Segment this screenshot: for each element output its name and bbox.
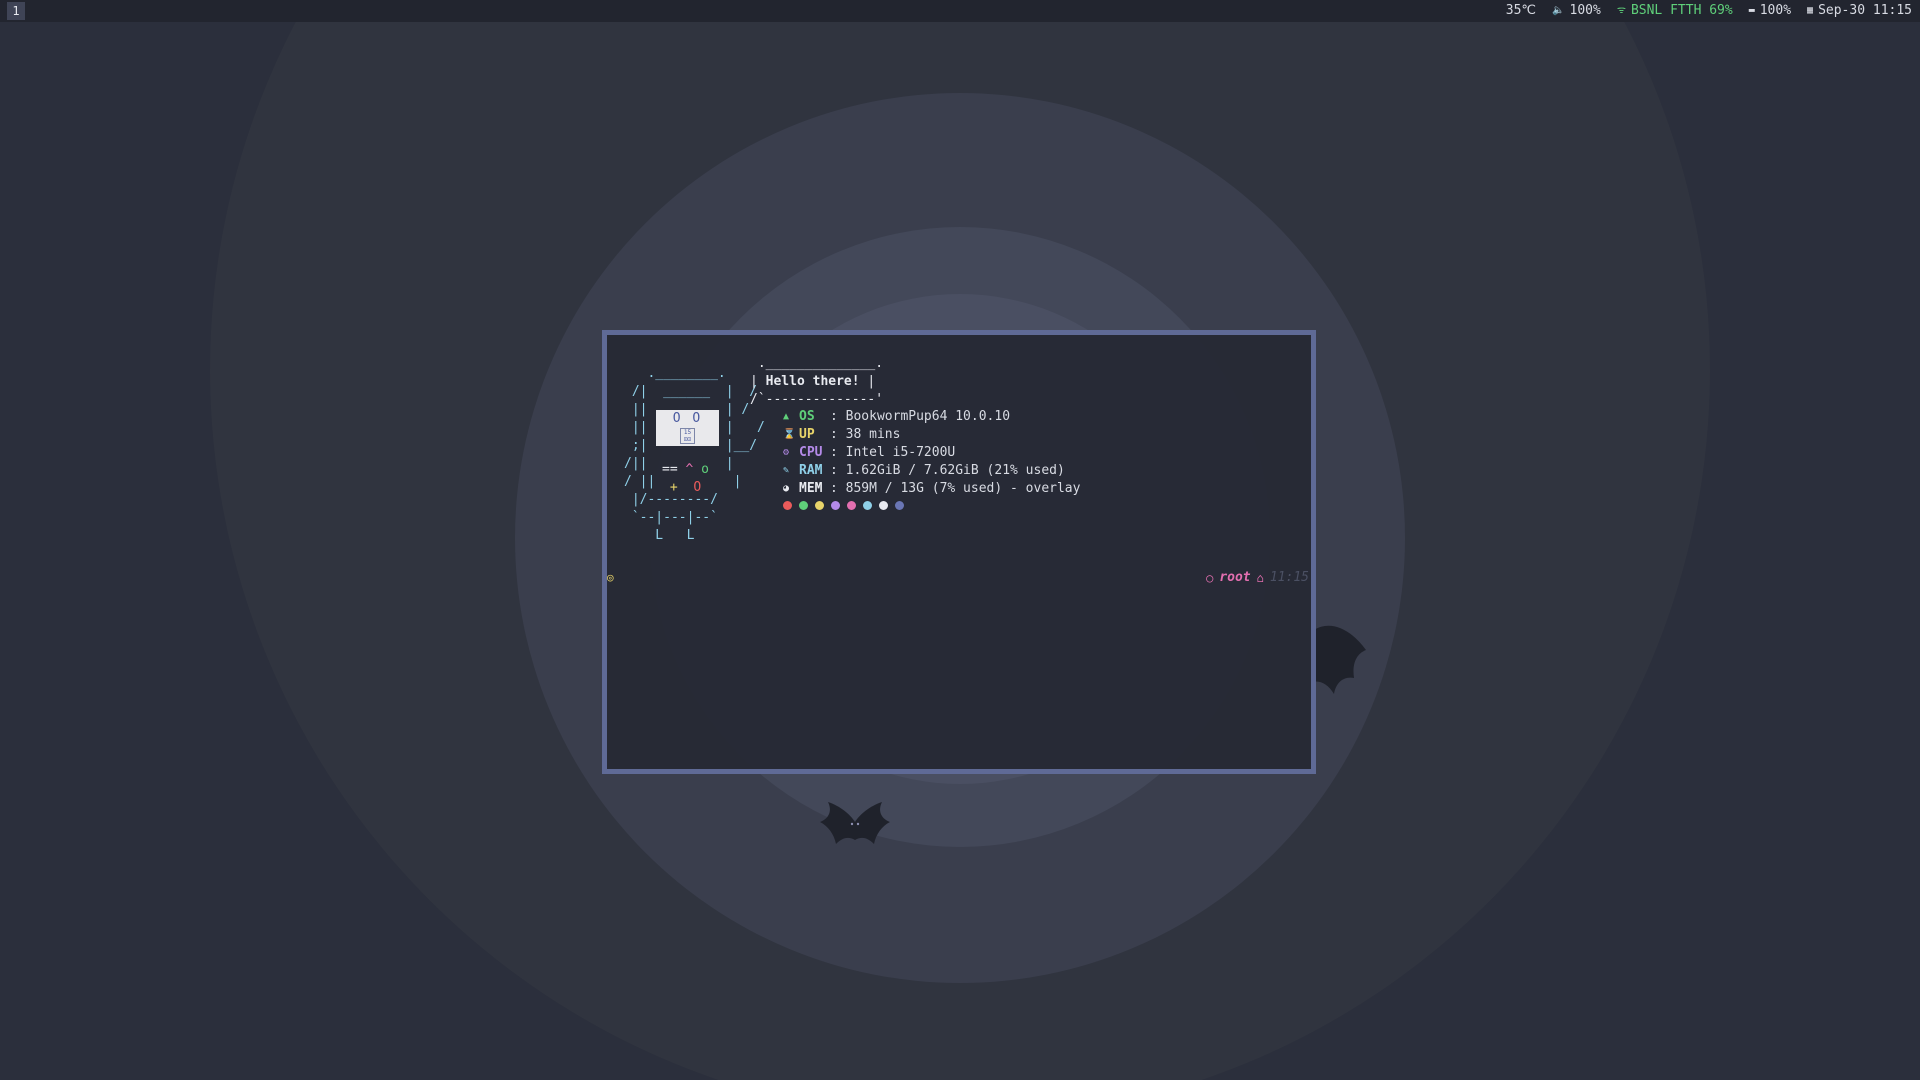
wifi-icon: ᯤ xyxy=(1616,5,1626,16)
volume-status[interactable]: 🔈 100% xyxy=(1552,0,1601,22)
info-ram: ✎ RAM: 1.62GiB / 7.62GiB (21% used) xyxy=(783,463,1065,478)
workspace-button-1[interactable]: 1 xyxy=(7,2,25,20)
hourglass-icon: ⌛ xyxy=(783,429,796,440)
system-info: ▲ OS: BookwormPup64 10.0.10 ⌛ UP: 38 mins … xyxy=(783,408,1080,498)
ring-icon: ○ xyxy=(1206,570,1214,585)
wifi-status[interactable]: ᯤ BSNL FTTH 69% xyxy=(1617,0,1733,22)
robot-chip: 15 ⊡⊡ xyxy=(680,428,695,444)
shell-prompt-right: ○ root ⌂ 11:15 xyxy=(1206,570,1309,585)
prompt-user: root xyxy=(1219,570,1251,585)
speaker-icon: 🔈 xyxy=(1552,5,1565,16)
info-uptime: ⌛ UP: 38 mins xyxy=(783,427,901,442)
info-key: OS xyxy=(799,409,815,424)
prompt-time: 11:15 xyxy=(1269,570,1309,585)
battery-icon: ▬ xyxy=(1748,5,1755,16)
spiral-icon: ◎ xyxy=(607,571,614,584)
info-key: CPU xyxy=(799,445,823,460)
top-status-bar: 1 35℃ 🔈 100% ᯤ BSNL FTTH 69% ▬ 100% ▦ Se… xyxy=(0,0,1920,22)
bat-icon xyxy=(1312,625,1366,694)
battery-status[interactable]: ▬ 100% xyxy=(1749,0,1791,22)
battery-value: 100% xyxy=(1759,3,1792,18)
arrow-up-icon: ▲ xyxy=(783,411,790,422)
robot-ascii-art: .________. /| ______ | / || | / || | / ;… xyxy=(624,366,765,543)
info-value: 38 mins xyxy=(845,427,901,442)
info-value: 859M / 13G (7% used) - overlay xyxy=(845,481,1081,496)
palette-swatch xyxy=(799,501,808,510)
palette-swatch xyxy=(831,501,840,510)
palette-swatch xyxy=(783,501,792,510)
palette-swatch xyxy=(895,501,904,510)
ram-icon: ✎ xyxy=(783,465,790,476)
info-key: MEM xyxy=(799,481,823,496)
robot-plus: + xyxy=(669,480,678,495)
robot-small-o: o xyxy=(701,462,709,477)
info-cpu: ⚙ CPU: Intel i5-7200U xyxy=(783,445,956,460)
palette-swatch xyxy=(863,501,872,510)
cpu-icon: ⚙ xyxy=(783,447,790,458)
temperature-value: 35℃ xyxy=(1505,3,1537,18)
info-value: Intel i5-7200U xyxy=(845,445,956,460)
palette-swatch xyxy=(815,501,824,510)
wifi-value: BSNL FTTH 69% xyxy=(1630,3,1733,18)
robot-mouth: == xyxy=(662,462,678,477)
info-key: RAM xyxy=(799,463,823,478)
clock-status[interactable]: ▦ Sep-30 11:15 xyxy=(1807,0,1912,22)
bubble-text: Hello there! xyxy=(765,374,860,389)
robot-eyes: O O xyxy=(672,411,703,426)
robot-big-o: O xyxy=(693,480,702,495)
palette-swatch xyxy=(879,501,888,510)
palette-swatch xyxy=(847,501,856,510)
bat-icon xyxy=(820,802,890,844)
disk-icon: ◕ xyxy=(783,483,790,494)
info-value: BookwormPup64 10.0.10 xyxy=(845,409,1011,424)
info-value: 1.62GiB / 7.62GiB (21% used) xyxy=(845,463,1065,478)
robot-face: == ^ o + O xyxy=(662,461,709,497)
status-area: 35℃ 🔈 100% ᯤ BSNL FTTH 69% ▬ 100% ▦ Sep-… xyxy=(1506,0,1912,22)
info-key: UP xyxy=(799,427,815,442)
robot-screen: O O 15 ⊡⊡ xyxy=(656,410,719,446)
volume-value: 100% xyxy=(1569,3,1601,18)
info-mem: ◕ MEM: 859M / 13G (7% used) - overlay xyxy=(783,481,1081,496)
home-icon: ⌂ xyxy=(1256,570,1264,585)
datetime-value: Sep-30 11:15 xyxy=(1818,3,1912,18)
color-palette xyxy=(783,501,904,510)
info-os: ▲ OS: BookwormPup64 10.0.10 xyxy=(783,409,1011,424)
robot-caret: ^ xyxy=(685,462,694,477)
temperature-status[interactable]: 35℃ xyxy=(1506,0,1536,22)
terminal-window[interactable]: .________. /| ______ | / || | / || | / ;… xyxy=(602,330,1316,774)
speech-bubble: .______________. | Hello there! | /`----… xyxy=(750,356,884,407)
calendar-icon: ▦ xyxy=(1807,5,1814,16)
